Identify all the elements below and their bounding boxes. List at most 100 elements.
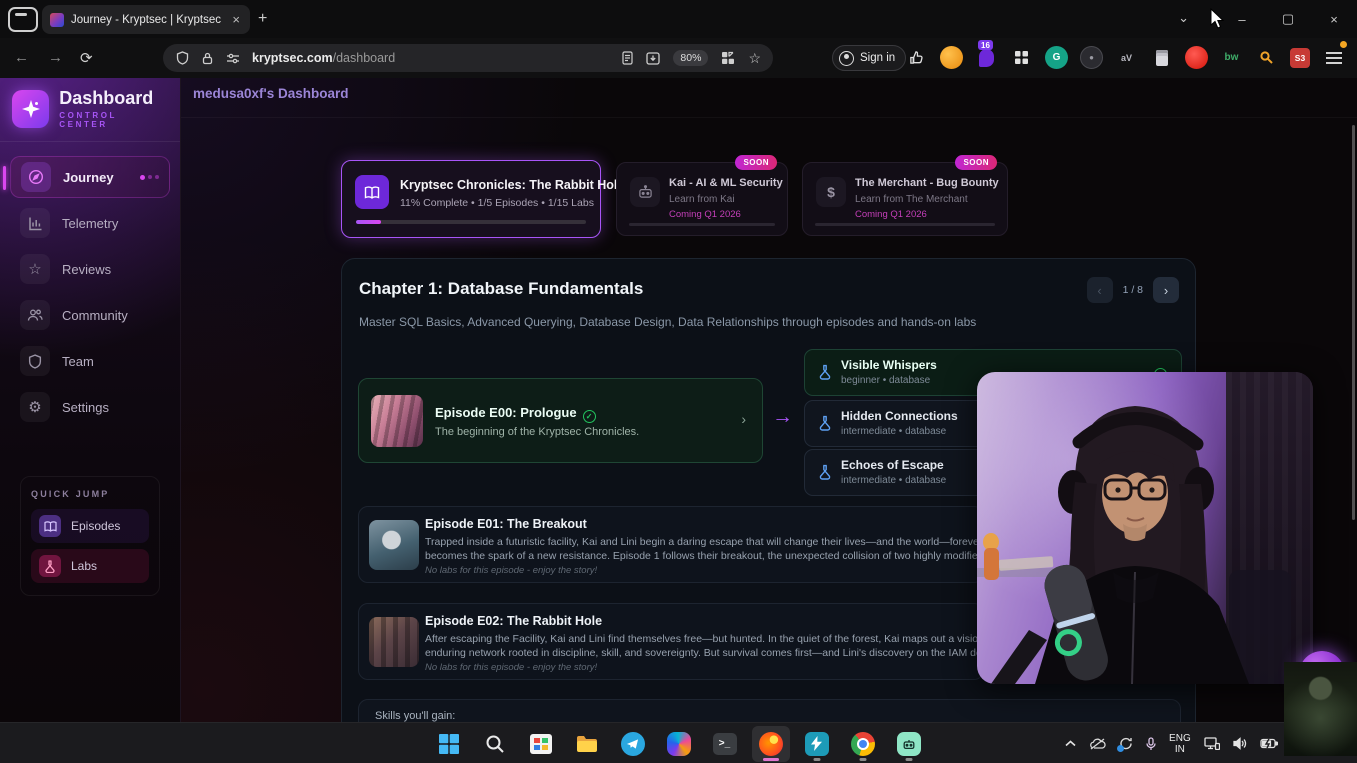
- episode-card-e02[interactable]: Episode E02: The Rabbit Hole After escap…: [358, 603, 984, 680]
- browser-menu-icon[interactable]: [1322, 46, 1345, 69]
- quick-jump-episodes[interactable]: Episodes: [31, 509, 149, 543]
- url-text[interactable]: kryptsec.com/dashboard: [252, 51, 622, 65]
- episode-note: No labs for this episode - enjoy the sto…: [425, 565, 597, 576]
- volume-icon[interactable]: [1233, 737, 1247, 750]
- start-button[interactable]: [430, 726, 468, 762]
- sidebar-item-community[interactable]: Community: [10, 294, 170, 336]
- flask-icon: [39, 555, 61, 577]
- sync-icon[interactable]: [1119, 737, 1133, 750]
- sign-in-button[interactable]: Sign in: [832, 45, 906, 71]
- dollar-icon: $: [816, 177, 846, 207]
- episode-card-e00[interactable]: Episode E00: Prologue✓ The beginning of …: [358, 378, 763, 463]
- browser-tab[interactable]: Journey - Kryptsec | Kryptsec ×: [42, 5, 250, 34]
- workspaces-icon[interactable]: [8, 7, 38, 32]
- tab-dropdown-icon[interactable]: ⌄: [1178, 10, 1189, 26]
- quick-jump-panel: QUICK JUMP Episodes Labs: [20, 476, 160, 596]
- course-title: Kai - AI & ML Security: [669, 177, 783, 189]
- window-close-button[interactable]: ×: [1311, 12, 1357, 27]
- back-button[interactable]: ←: [14, 49, 29, 66]
- tracking-shield-icon[interactable]: [176, 51, 189, 65]
- extensions-row: 16 G ● aV bw S3: [905, 46, 1345, 69]
- tray-chevron-up-icon[interactable]: [1065, 740, 1076, 747]
- ext-like-icon[interactable]: [905, 46, 928, 69]
- lab-title: Visible Whispers: [841, 358, 937, 372]
- course-title: The Merchant - Bug Bounty: [855, 177, 999, 189]
- microsoft-store-icon[interactable]: [522, 726, 560, 762]
- sidebar-item-label: Reviews: [62, 262, 111, 277]
- ext-apps-grid-icon[interactable]: [1010, 46, 1033, 69]
- sidebar-item-settings[interactable]: ⚙ Settings: [10, 386, 170, 428]
- ext-av-icon[interactable]: aV: [1115, 46, 1138, 69]
- site-settings-icon[interactable]: [226, 52, 240, 64]
- window-maximize-button[interactable]: ▢: [1265, 11, 1311, 27]
- course-card-kryptsec-chronicles[interactable]: Kryptsec Chronicles: The Rabbit Hole 11%…: [341, 160, 601, 238]
- ext-s3-icon[interactable]: S3: [1290, 48, 1310, 68]
- downloads-icon[interactable]: [646, 51, 660, 65]
- book-icon: [39, 515, 61, 537]
- course-card-kai[interactable]: SOON Kai - AI & ML Security Learn from K…: [616, 162, 788, 236]
- chevron-right-icon[interactable]: ›: [1153, 277, 1179, 303]
- copilot-icon[interactable]: [660, 726, 698, 762]
- page-scrollbar[interactable]: [1352, 125, 1355, 520]
- tab-title: Journey - Kryptsec | Kryptsec: [71, 14, 230, 26]
- lock-icon[interactable]: [202, 52, 213, 65]
- zoom-level-badge[interactable]: 80%: [673, 50, 708, 66]
- ext-grammarly-icon[interactable]: G: [1045, 46, 1068, 69]
- active-indicator: [3, 166, 6, 190]
- telegram-icon[interactable]: [614, 726, 652, 762]
- flask-icon: [818, 464, 832, 485]
- search-icon[interactable]: [476, 726, 514, 762]
- flask-icon: [818, 415, 832, 436]
- tab-favicon-icon: [50, 13, 64, 27]
- sidebar-item-journey[interactable]: Journey: [10, 156, 170, 198]
- sidebar-item-label: Telemetry: [62, 216, 118, 231]
- soon-badge: SOON: [735, 155, 777, 170]
- firefox-icon[interactable]: [752, 726, 790, 762]
- webcam-overlay: [977, 372, 1313, 684]
- microphone-icon[interactable]: [1146, 737, 1156, 751]
- pagination-label: 1 / 8: [1123, 284, 1143, 296]
- sidebar-item-reviews[interactable]: ☆ Reviews: [10, 248, 170, 290]
- ext-honey-icon[interactable]: [940, 46, 963, 69]
- terminal-icon[interactable]: >_: [706, 726, 744, 762]
- quick-jump-labs[interactable]: Labs: [31, 549, 149, 583]
- progress-bar: [629, 223, 775, 226]
- language-indicator[interactable]: ENG IN: [1169, 733, 1191, 755]
- course-progress-meta: 11% Complete • 1/5 Episodes • 1/15 Labs: [400, 197, 594, 209]
- app-logo-icon: [12, 90, 49, 128]
- reading-list-icon[interactable]: [622, 51, 633, 65]
- robot-app-icon[interactable]: [890, 726, 928, 762]
- chapter-pagination: ‹ 1 / 8 ›: [1087, 277, 1179, 303]
- localsend-icon[interactable]: [798, 726, 836, 762]
- address-bar[interactable]: kryptsec.com/dashboard 80% ☆: [163, 44, 773, 72]
- mouse-cursor: [1210, 8, 1226, 30]
- book-icon: [355, 175, 389, 209]
- forward-button[interactable]: →: [48, 49, 63, 66]
- ext-search-key-icon[interactable]: [1255, 46, 1278, 69]
- sidebar-item-team[interactable]: Team: [10, 340, 170, 382]
- episode-card-e01[interactable]: Episode E01: The Breakout Trapped inside…: [358, 506, 984, 583]
- progress-fill: [356, 220, 381, 224]
- ext-bitwarden-icon[interactable]: bw: [1220, 46, 1243, 69]
- tab-close-icon[interactable]: ×: [230, 12, 242, 27]
- chapter-title: Chapter 1: Database Fundamentals: [359, 279, 643, 299]
- progress-bar: [356, 220, 586, 224]
- ext-notes-icon[interactable]: [1150, 46, 1173, 69]
- favorite-star-icon[interactable]: ☆: [748, 50, 761, 67]
- course-card-merchant[interactable]: SOON $ The Merchant - Bug Bounty Learn f…: [802, 162, 1008, 236]
- ext-adblock-icon[interactable]: [1185, 46, 1208, 69]
- new-tab-button[interactable]: +: [258, 10, 267, 28]
- quick-jump-label: QUICK JUMP: [31, 489, 149, 499]
- onedrive-paused-icon[interactable]: [1089, 738, 1106, 750]
- ext-cookie-icon[interactable]: ●: [1080, 46, 1103, 69]
- reload-button[interactable]: ⟳: [80, 49, 93, 67]
- battery-icon[interactable]: [1260, 738, 1278, 749]
- file-explorer-icon[interactable]: [568, 726, 606, 762]
- chrome-icon[interactable]: [844, 726, 882, 762]
- split-screen-icon[interactable]: [721, 51, 735, 65]
- ext-pin-icon[interactable]: 16: [975, 46, 998, 69]
- chevron-left-icon[interactable]: ‹: [1087, 277, 1113, 303]
- sidebar-item-telemetry[interactable]: Telemetry: [10, 202, 170, 244]
- lab-title: Echoes of Escape: [841, 458, 944, 472]
- network-icon[interactable]: [1204, 737, 1220, 750]
